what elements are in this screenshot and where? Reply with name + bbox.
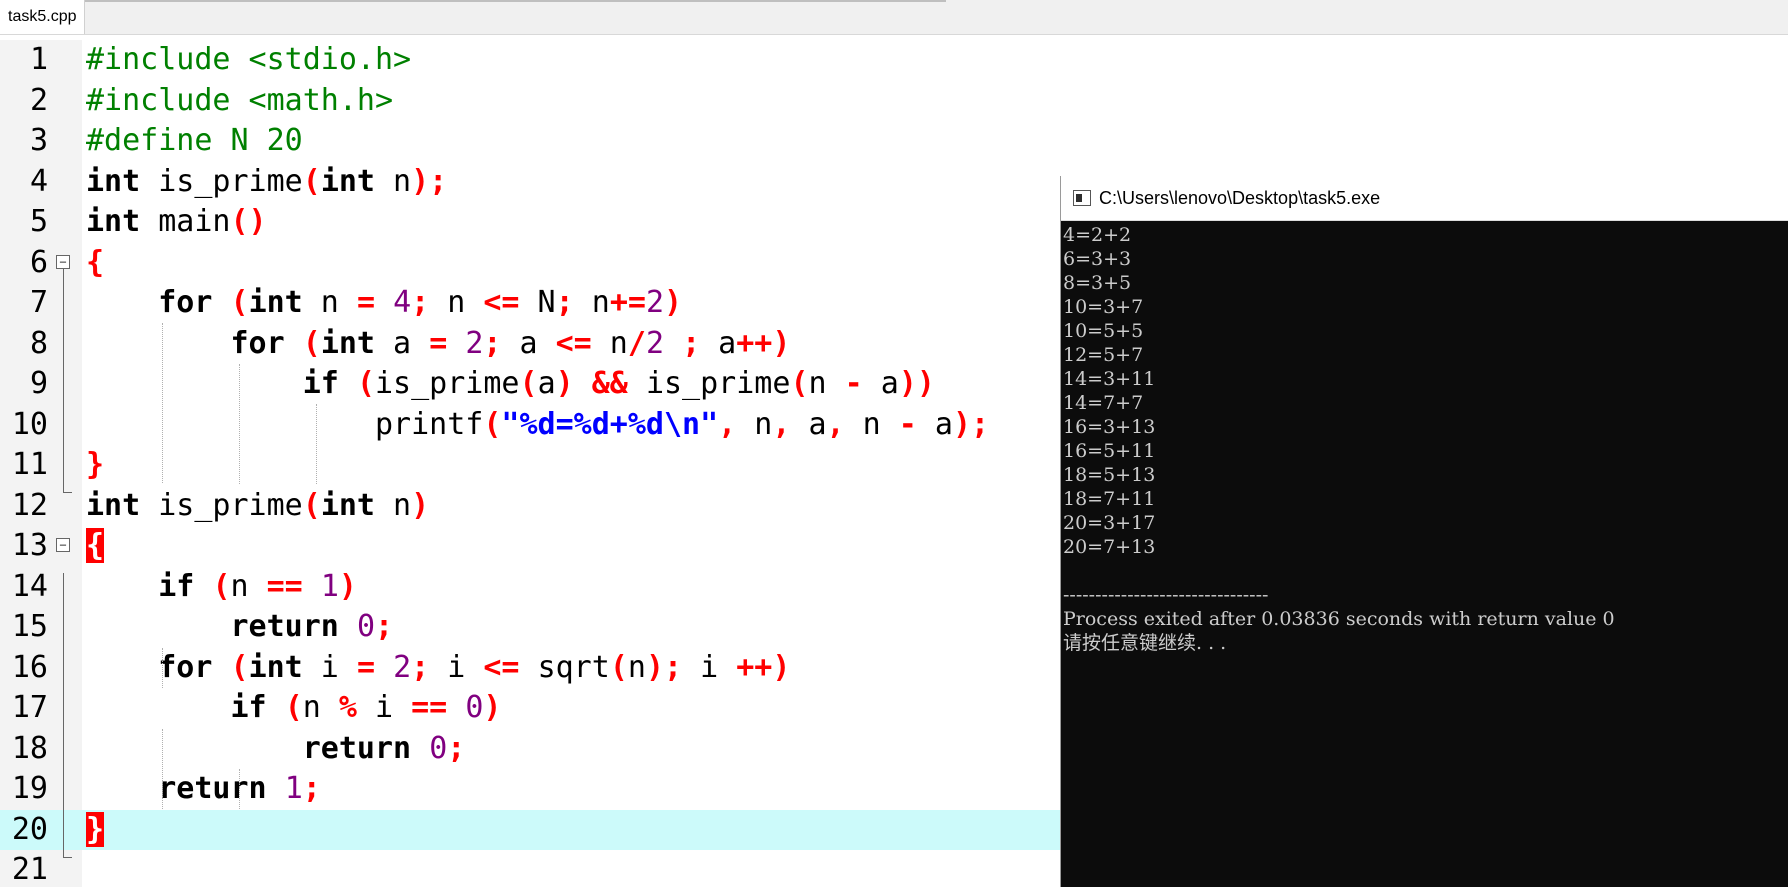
line-number: 17 bbox=[11, 690, 48, 725]
code-line[interactable]: 2 #include <math.h> bbox=[0, 81, 1788, 122]
output-line: 20=3+17 bbox=[1063, 512, 1156, 534]
line-number: 5 bbox=[29, 204, 48, 239]
console-window[interactable]: C:\Users\lenovo\Desktop\task5.exe 4=2+2 … bbox=[1060, 176, 1788, 887]
line-number: 16 bbox=[11, 649, 48, 685]
fold-end-marker bbox=[63, 857, 72, 858]
line-number: 10 bbox=[11, 406, 48, 442]
output-line: 8=3+5 bbox=[1063, 272, 1132, 294]
line-number: 14 bbox=[11, 568, 48, 604]
indent-guide bbox=[239, 364, 240, 484]
indent-guide bbox=[162, 729, 163, 809]
line-number: 4 bbox=[29, 163, 48, 199]
output-line: 14=3+11 bbox=[1063, 368, 1156, 390]
output-line: 4=2+2 bbox=[1063, 224, 1132, 246]
line-number: 11 bbox=[11, 447, 48, 482]
line-number: 12 bbox=[11, 487, 48, 523]
fold-collapse-icon[interactable]: − bbox=[56, 254, 70, 269]
line-number: 9 bbox=[29, 366, 48, 401]
output-line: 16=5+11 bbox=[1063, 440, 1156, 462]
output-line: 20=7+13 bbox=[1063, 536, 1156, 558]
line-number: 2 bbox=[29, 82, 48, 118]
console-output[interactable]: 4=2+2 6=3+3 8=3+5 10=3+7 10=5+5 12=5+7 1… bbox=[1061, 221, 1788, 887]
output-line: 10=3+7 bbox=[1063, 296, 1144, 318]
tab-task5-cpp[interactable]: task5.cpp bbox=[0, 0, 86, 34]
line-number: 13 bbox=[11, 528, 48, 563]
fold-end-marker bbox=[63, 492, 72, 493]
line-number: 6 bbox=[29, 244, 48, 280]
fold-line bbox=[63, 573, 64, 857]
output-separator: -------------------------------- bbox=[1063, 584, 1269, 606]
line-number: 1 bbox=[29, 42, 48, 77]
line-number: 19 bbox=[11, 771, 48, 806]
line-number: 21 bbox=[11, 852, 48, 887]
indent-guide bbox=[162, 648, 163, 688]
indent-guide bbox=[239, 769, 240, 809]
line-number: 7 bbox=[29, 285, 48, 320]
line-number: 15 bbox=[11, 609, 48, 644]
output-line: 18=7+11 bbox=[1063, 488, 1156, 510]
output-line: 18=5+13 bbox=[1063, 464, 1156, 486]
output-line: 12=5+7 bbox=[1063, 344, 1144, 366]
exit-message: Process exited after 0.03836 seconds wit… bbox=[1063, 608, 1615, 630]
line-number: 18 bbox=[11, 730, 48, 766]
console-titlebar[interactable]: C:\Users\lenovo\Desktop\task5.exe bbox=[1061, 176, 1788, 221]
line-number: 20 bbox=[11, 811, 48, 847]
code-line[interactable]: 1 #include <stdio.h> bbox=[0, 40, 1788, 81]
output-line: 16=3+13 bbox=[1063, 416, 1156, 438]
press-any-key-prompt: 请按任意键继续. . . bbox=[1063, 632, 1227, 654]
line-number: 8 bbox=[29, 325, 48, 361]
code-line[interactable]: 3 #define N 20 bbox=[0, 121, 1788, 162]
console-title: C:\Users\lenovo\Desktop\task5.exe bbox=[1099, 187, 1381, 208]
indent-guide bbox=[316, 404, 317, 484]
tab-bar: task5.cpp bbox=[0, 0, 1788, 35]
output-line: 14=7+7 bbox=[1063, 392, 1144, 414]
fold-collapse-icon[interactable]: − bbox=[56, 538, 70, 552]
fold-line bbox=[63, 269, 64, 492]
tab-bar-line bbox=[0, 0, 946, 2]
output-line: 6=3+3 bbox=[1063, 248, 1132, 270]
indent-guide bbox=[162, 323, 163, 483]
console-app-icon bbox=[1073, 190, 1091, 206]
line-number: 3 bbox=[29, 123, 48, 158]
output-line: 10=5+5 bbox=[1063, 320, 1144, 342]
output-blank bbox=[1061, 559, 1788, 583]
